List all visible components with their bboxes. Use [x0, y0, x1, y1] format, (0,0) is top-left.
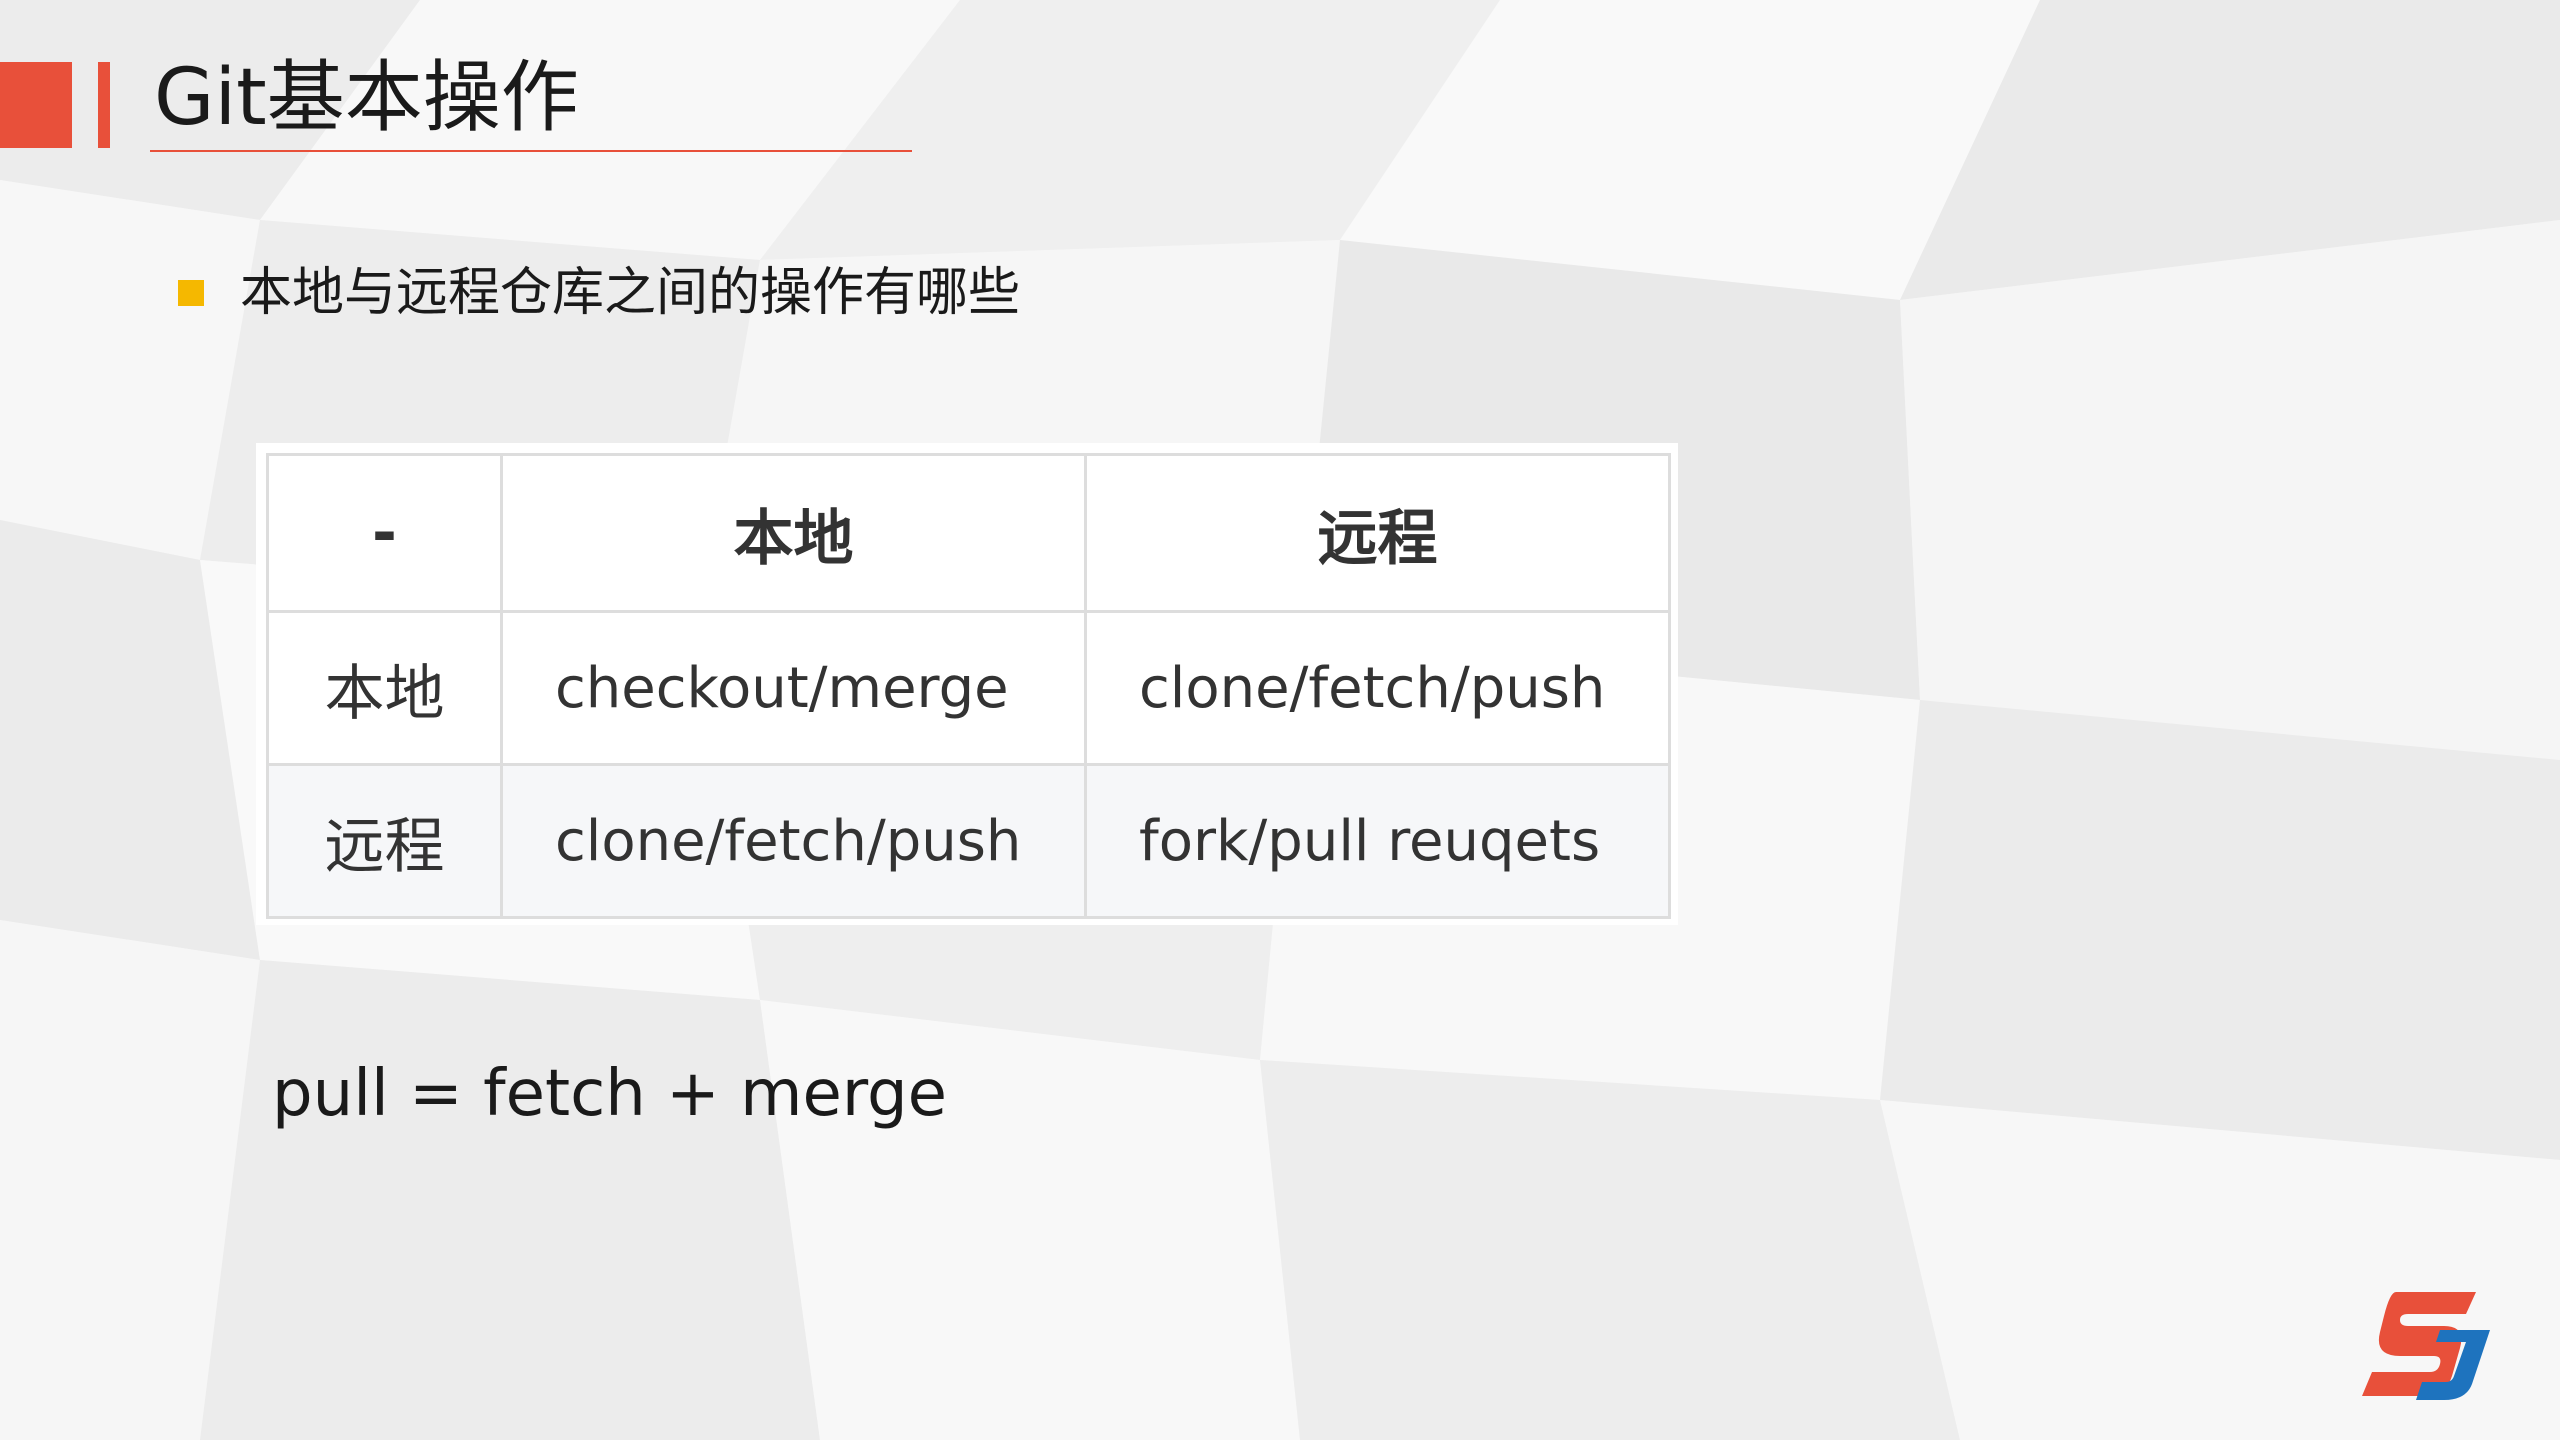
brand-logo-icon — [2362, 1292, 2490, 1400]
slide-title: Git基本操作 — [154, 53, 579, 143]
table-cell: checkout/merge — [500, 610, 1087, 766]
operations-table-container: - 本地 远程 本地 checkout/merge clone/fetch/pu… — [256, 443, 1678, 925]
bullet-text: 本地与远程仓库之间的操作有哪些 — [240, 263, 1021, 323]
table-cell: clone/fetch/push — [500, 763, 1087, 919]
title-accent-bar — [98, 62, 110, 148]
table-row-label: 本地 — [266, 610, 503, 766]
table-cell: clone/fetch/push — [1084, 610, 1671, 766]
table-row: 远程 clone/fetch/push fork/pull reuqets — [266, 763, 1671, 919]
table-row: 本地 checkout/merge clone/fetch/push — [266, 610, 1671, 766]
pull-formula: pull = fetch + merge — [272, 1057, 948, 1131]
operations-table: - 本地 远程 本地 checkout/merge clone/fetch/pu… — [266, 453, 1671, 919]
table-row-label: 远程 — [266, 763, 503, 919]
table-cell: fork/pull reuqets — [1084, 763, 1671, 919]
table-header-cell: 远程 — [1084, 453, 1671, 613]
title-accent-block — [0, 62, 72, 148]
table-header-cell: 本地 — [500, 453, 1087, 613]
slide: Git基本操作 本地与远程仓库之间的操作有哪些 - 本地 远程 本地 check… — [0, 0, 2560, 1440]
table-header-row: - 本地 远程 — [266, 453, 1671, 613]
table-header-cell: - — [266, 453, 503, 613]
title-underline — [150, 150, 912, 152]
square-bullet-icon — [178, 280, 204, 306]
